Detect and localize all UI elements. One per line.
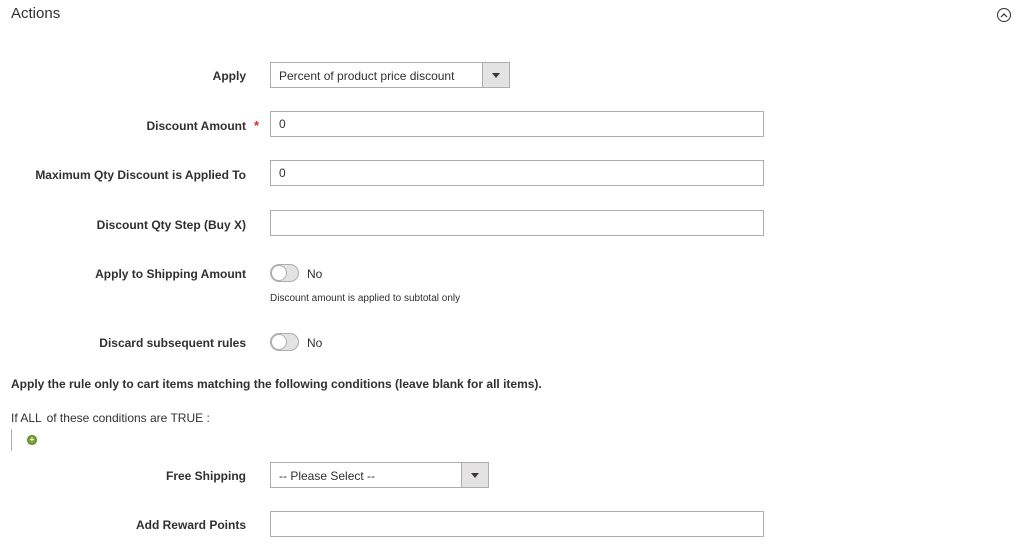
conditions-tree-line — [11, 429, 12, 451]
toggle-knob — [271, 265, 287, 281]
discard-rules-label: Discard subsequent rules — [99, 336, 246, 350]
discard-rules-toggle[interactable] — [270, 333, 299, 351]
required-asterisk: * — [254, 118, 260, 133]
apply-select-value: Percent of product price discount — [279, 69, 455, 83]
apply-select[interactable]: Percent of product price discount — [270, 62, 510, 88]
apply-shipping-state: No — [307, 267, 323, 281]
conditions-aggregator[interactable]: ALL — [20, 411, 41, 425]
discount-amount-input[interactable] — [270, 111, 764, 137]
section-title[interactable]: Actions — [11, 5, 60, 22]
max-qty-input[interactable] — [270, 160, 764, 186]
max-qty-label: Maximum Qty Discount is Applied To — [35, 168, 246, 182]
discount-amount-label: Discount Amount — [146, 119, 246, 133]
discount-step-label: Discount Qty Step (Buy X) — [96, 218, 246, 232]
toggle-knob — [271, 334, 287, 350]
reward-points-input[interactable] — [270, 511, 764, 537]
reward-points-label: Add Reward Points — [135, 518, 246, 532]
discard-rules-state: No — [307, 336, 323, 350]
conditions-value[interactable]: TRUE — [170, 411, 203, 425]
apply-shipping-note: Discount amount is applied to subtotal o… — [270, 293, 461, 304]
apply-label: Apply — [212, 69, 246, 83]
dropdown-arrow-icon[interactable] — [461, 463, 488, 487]
free-shipping-label: Free Shipping — [165, 469, 246, 483]
conditions-heading: Apply the rule only to cart items matchi… — [11, 377, 542, 391]
dropdown-arrow-icon[interactable] — [482, 63, 509, 87]
apply-shipping-toggle[interactable] — [270, 264, 299, 282]
conditions-suffix: : — [206, 411, 210, 425]
free-shipping-select[interactable]: -- Please Select -- — [270, 462, 489, 488]
conditions-prefix: If — [11, 411, 18, 425]
conditions-middle: of these conditions are — [46, 411, 168, 425]
discount-step-input[interactable] — [270, 210, 764, 236]
collapse-section-button[interactable] — [997, 8, 1011, 22]
apply-shipping-label: Apply to Shipping Amount — [95, 267, 246, 281]
chevron-up-icon — [1000, 13, 1008, 18]
conditions-rule-line: If ALL of these conditions are TRUE : — [11, 411, 210, 425]
add-condition-icon[interactable]: + — [27, 435, 37, 445]
free-shipping-select-value: -- Please Select -- — [279, 469, 376, 483]
